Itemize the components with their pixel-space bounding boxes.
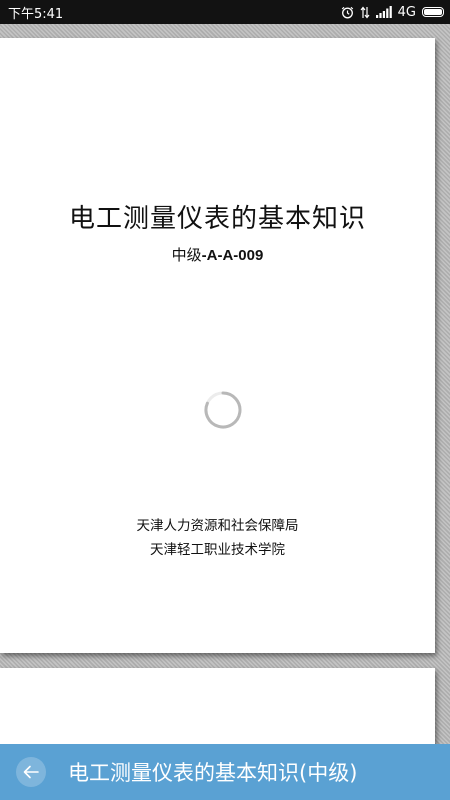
status-icons: 4G (341, 5, 444, 20)
document-title: 电工测量仪表的基本知识 (68, 204, 366, 234)
status-bar: 下午5:41 4G (0, 0, 450, 24)
back-button[interactable] (16, 757, 46, 787)
organization-line-2: 天津轻工职业技术学院 (150, 542, 285, 558)
back-arrow-icon (23, 765, 39, 779)
bottom-bar-title: 电工测量仪表的基本知识(中级) (68, 761, 358, 785)
status-time: 下午5:41 (8, 6, 64, 22)
data-arrows-icon (360, 6, 370, 19)
document-page-1[interactable]: 电工测量仪表的基本知识 中级-A-A-009 天津人力资源和社会保障局 天津轻工… (0, 38, 435, 653)
document-subtitle: 中级-A-A-009 (0, 244, 435, 265)
signal-icon (375, 6, 392, 18)
document-code: -A-A-009 (201, 247, 264, 264)
battery-icon (422, 7, 444, 17)
screen: 下午5:41 4G 电工测量仪表的基本知识 中级-A-A-009 天津人力资源和… (0, 0, 450, 800)
loading-spinner-icon (204, 391, 242, 429)
document-level: 中级 (171, 246, 202, 264)
organization-line-1: 天津人力资源和社会保障局 (136, 518, 299, 534)
organization-block: 天津人力资源和社会保障局 天津轻工职业技术学院 (0, 514, 435, 562)
network-type: 4G (397, 4, 416, 20)
bottom-title-bar: 电工测量仪表的基本知识(中级) (0, 744, 450, 800)
alarm-icon (341, 6, 354, 19)
